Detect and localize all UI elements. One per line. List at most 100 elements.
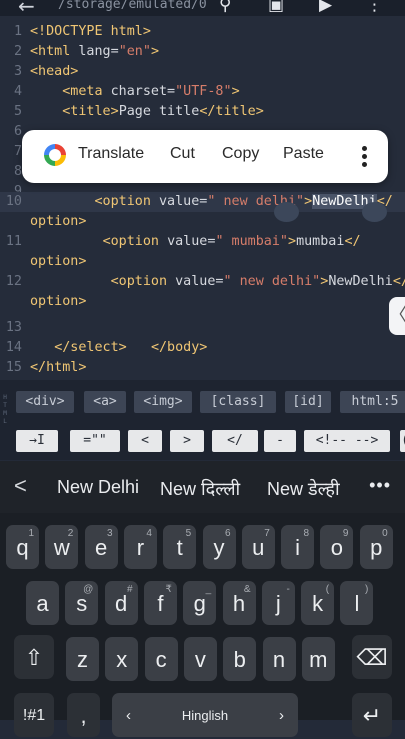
- key-z[interactable]: z: [66, 637, 99, 681]
- line-number: 4: [13, 84, 22, 99]
- comma-key[interactable]: ,: [67, 693, 100, 737]
- line-number: 13: [5, 320, 22, 335]
- line-number: 12: [5, 274, 22, 289]
- key-g[interactable]: g _: [183, 581, 217, 625]
- key-x[interactable]: x: [105, 637, 139, 681]
- code-text: <!DOCTYPE html>: [30, 24, 151, 39]
- snippet-chip[interactable]: <a>: [84, 391, 126, 413]
- snippet-chip[interactable]: →I: [16, 430, 58, 452]
- cut-button[interactable]: Cut: [170, 145, 195, 163]
- key-s[interactable]: s @: [65, 581, 99, 625]
- key-o[interactable]: o9: [320, 525, 354, 569]
- key-r[interactable]: r4: [123, 525, 157, 569]
- code-text: option>: [30, 254, 87, 269]
- key-a[interactable]: a: [26, 581, 59, 625]
- symbols-key[interactable]: !#1: [14, 693, 54, 737]
- key-h[interactable]: h &: [222, 581, 256, 625]
- key-v[interactable]: v: [183, 637, 217, 681]
- snippet-chip[interactable]: (: [400, 430, 405, 452]
- suggestion-1[interactable]: New Delhi: [57, 477, 139, 498]
- selection-end-handle[interactable]: [362, 202, 387, 222]
- run-icon[interactable]: ▶: [319, 0, 332, 15]
- code-text: option>: [30, 214, 87, 229]
- code-text: <option value=" mumbai">mumbai</: [102, 234, 361, 249]
- key-j[interactable]: j-: [261, 581, 295, 625]
- line-number: 8: [13, 164, 22, 179]
- key-n[interactable]: n: [262, 637, 296, 681]
- key-f[interactable]: f ₹: [143, 581, 177, 625]
- key-b[interactable]: b: [223, 637, 257, 681]
- key-e[interactable]: e3: [84, 525, 118, 569]
- line-number: 5: [13, 104, 22, 119]
- line-number: 2: [13, 44, 22, 59]
- key-q[interactable]: q1: [6, 525, 39, 569]
- google-logo-icon: [44, 144, 66, 166]
- key-l[interactable]: l): [340, 581, 374, 625]
- snippet-chip[interactable]: >: [170, 430, 204, 452]
- more-options-icon[interactable]: •••: [369, 475, 391, 496]
- shift-key[interactable]: ⇧: [14, 635, 54, 679]
- search-icon[interactable]: ⚲: [219, 0, 231, 15]
- key-t[interactable]: t5: [163, 525, 197, 569]
- back-arrow-icon[interactable]: ←: [18, 0, 35, 16]
- code-line[interactable]: 2 <html lang="en">: [0, 42, 405, 62]
- enter-key[interactable]: ↵: [352, 693, 392, 737]
- more-icon[interactable]: ⋮: [366, 0, 383, 15]
- snippet-chip[interactable]: -: [264, 430, 296, 452]
- side-panel-tab[interactable]: 〈: [389, 297, 405, 335]
- paste-button[interactable]: Paste: [283, 145, 324, 163]
- key-y[interactable]: y6: [202, 525, 236, 569]
- key-k[interactable]: k(: [301, 581, 335, 625]
- snippet-chip[interactable]: </: [212, 430, 258, 452]
- toolbar-language-label: HTML: [3, 394, 7, 425]
- language-right-icon: ›: [279, 707, 284, 724]
- code-line[interactable]: 12 <option value=" new delhi">NewDelhi</: [0, 272, 405, 292]
- key-d[interactable]: d #: [104, 581, 138, 625]
- code-line[interactable]: 5 <title>Page title</title>: [0, 102, 405, 122]
- code-line[interactable]: 11 <option value=" mumbai">mumbai</: [0, 232, 405, 252]
- code-line[interactable]: 14 </select> </body>: [0, 338, 405, 358]
- snippet-chip[interactable]: <!-- -->: [304, 430, 390, 452]
- translate-button[interactable]: Translate: [78, 145, 144, 163]
- snippet-chip[interactable]: [class]: [200, 391, 276, 413]
- code-line[interactable]: 15 </html>: [0, 358, 405, 378]
- key-m[interactable]: m: [301, 637, 335, 681]
- backspace-key[interactable]: ⌫: [352, 635, 392, 679]
- snippet-chip[interactable]: html:5: [340, 391, 405, 413]
- on-screen-keyboard: ⇧ ⌫ !#1 , ‹ Hinglish › ↵ q1w2e3r4t5y6u7i…: [0, 513, 405, 737]
- code-line[interactable]: option>: [0, 292, 405, 312]
- keyboard-suggestion-bar: < New Delhi New दिल्ली New डेल्ही •••: [0, 461, 405, 513]
- suggestion-3[interactable]: New डेल्ही: [267, 477, 340, 501]
- space-key[interactable]: ‹ Hinglish ›: [112, 693, 298, 737]
- code-line[interactable]: option>: [0, 252, 405, 272]
- key-w[interactable]: w2: [45, 525, 79, 569]
- code-line[interactable]: 10 <option value=" new delhi">NewDelhi</: [0, 192, 405, 212]
- snippet-chip[interactable]: <img>: [134, 391, 192, 413]
- code-editor[interactable]: 1 <!DOCTYPE html> 2 <html lang="en"> 3 <head>…: [0, 16, 405, 380]
- overflow-menu-icon[interactable]: [362, 146, 368, 170]
- line-number: 15: [5, 360, 22, 375]
- code-line[interactable]: option>: [0, 212, 405, 232]
- app-bar: ← /storage/emulated/0 ⚲ ▣ ▶ ⋮: [0, 0, 405, 16]
- code-line[interactable]: 3 <head>: [0, 62, 405, 82]
- snippet-chip[interactable]: <div>: [16, 391, 74, 413]
- key-p[interactable]: p0: [359, 525, 393, 569]
- language-left-icon: ‹: [126, 707, 131, 724]
- copy-button[interactable]: Copy: [222, 145, 259, 163]
- code-text: <title>Page title</title>: [62, 104, 264, 119]
- line-number: 11: [5, 234, 22, 249]
- snippet-chip[interactable]: [id]: [285, 391, 331, 413]
- key-c[interactable]: c: [144, 637, 178, 681]
- snippet-chip[interactable]: ="": [70, 430, 120, 452]
- suggestions-back-icon[interactable]: <: [14, 473, 27, 499]
- snippet-chip[interactable]: <: [128, 430, 162, 452]
- code-line[interactable]: 1 <!DOCTYPE html>: [0, 22, 405, 42]
- code-text: <option value=" new delhi">NewDelhi</: [110, 274, 405, 289]
- code-line[interactable]: 4 <meta charset="UTF-8">: [0, 82, 405, 102]
- code-line[interactable]: 13: [0, 318, 405, 338]
- save-icon[interactable]: ▣: [268, 0, 284, 15]
- key-u[interactable]: u7: [241, 525, 275, 569]
- selection-start-handle[interactable]: [274, 202, 299, 222]
- key-i[interactable]: i8: [281, 525, 315, 569]
- suggestion-2[interactable]: New दिल्ली: [160, 477, 240, 501]
